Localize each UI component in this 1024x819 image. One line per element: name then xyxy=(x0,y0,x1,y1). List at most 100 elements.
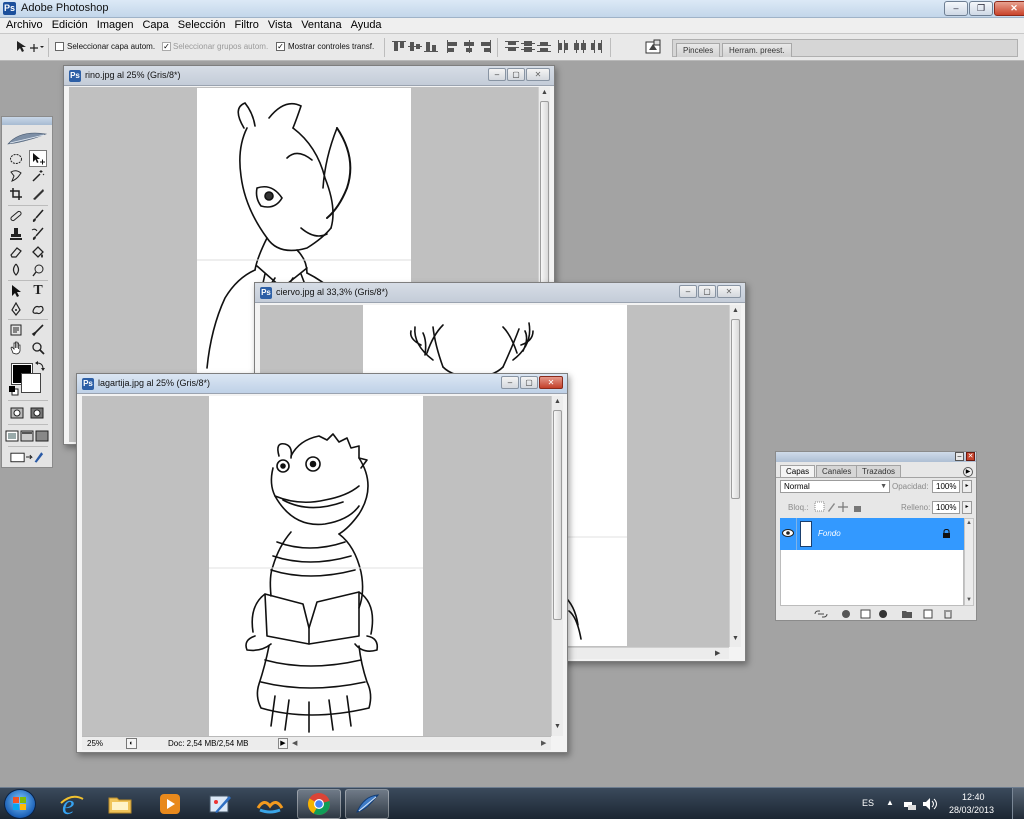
vertical-scrollbar[interactable]: ▲ ▼ xyxy=(551,396,563,736)
lasso-tool-icon[interactable] xyxy=(7,167,25,184)
layer-row-fondo[interactable]: Fondo xyxy=(780,518,964,550)
align-right-icon[interactable] xyxy=(478,40,492,53)
pen-tool-icon[interactable] xyxy=(7,300,25,317)
vertical-scroll-thumb[interactable] xyxy=(731,319,740,499)
custom-shape-tool-icon[interactable] xyxy=(29,300,47,317)
layers-panel-header[interactable]: – ✕ xyxy=(776,452,976,462)
language-indicator[interactable]: ES xyxy=(862,798,874,808)
go-to-bridge-icon[interactable] xyxy=(645,39,663,55)
document-titlebar-lagartija[interactable]: Ps lagartija.jpg al 25% (Gris/8*) – ▢ ✕ xyxy=(77,374,567,394)
blend-mode-select[interactable]: Normal ▼ xyxy=(780,480,890,493)
document-close-button[interactable]: ✕ xyxy=(526,68,550,81)
dodge-tool-icon[interactable] xyxy=(29,261,47,278)
link-layers-icon[interactable] xyxy=(814,610,828,618)
full-screen-menu-mode-icon[interactable] xyxy=(20,427,34,444)
layers-scrollbar[interactable]: ▲ ▼ xyxy=(964,518,974,606)
vertical-scrollbar[interactable]: ▲ ▼ xyxy=(729,305,741,647)
opacity-field[interactable]: 100% xyxy=(932,480,960,493)
menu-edicion[interactable]: Edición xyxy=(48,18,93,33)
taskbar-media-player[interactable] xyxy=(148,789,192,819)
clone-stamp-tool-icon[interactable] xyxy=(7,225,25,242)
blur-tool-icon[interactable] xyxy=(7,261,25,278)
show-hidden-icons-icon[interactable]: ▲ xyxy=(886,798,894,807)
document-window-lagartija[interactable]: Ps lagartija.jpg al 25% (Gris/8*) – ▢ ✕ xyxy=(76,373,568,753)
eyedropper-tool-icon[interactable] xyxy=(29,321,47,338)
tab-canales[interactable]: Canales xyxy=(816,465,858,477)
menu-imagen[interactable]: Imagen xyxy=(93,18,139,33)
background-color-swatch[interactable] xyxy=(21,373,41,393)
magic-wand-tool-icon[interactable] xyxy=(29,167,47,184)
new-layer-icon[interactable] xyxy=(923,609,933,619)
clock-date[interactable]: 28/03/2013 xyxy=(949,805,994,815)
scroll-up-icon[interactable]: ▲ xyxy=(732,307,739,314)
menu-seleccion[interactable]: Selección xyxy=(174,18,231,33)
menu-filtro[interactable]: Filtro xyxy=(230,18,263,33)
close-button[interactable]: ✕ xyxy=(994,1,1024,16)
document-titlebar-ciervo[interactable]: Ps ciervo.jpg al 33,3% (Gris/8*) – ▢ ✕ xyxy=(255,283,745,303)
layer-style-icon[interactable] xyxy=(842,610,850,618)
panel-minimize-icon[interactable]: – xyxy=(955,452,964,461)
toolbox-header[interactable] xyxy=(2,117,52,125)
document-maximize-button[interactable]: ▢ xyxy=(698,285,716,298)
crop-tool-icon[interactable] xyxy=(7,185,25,202)
align-top-icon[interactable] xyxy=(392,40,406,53)
distribute-left-icon[interactable] xyxy=(557,40,571,53)
eye-visibility-icon[interactable] xyxy=(782,528,794,538)
document-minimize-button[interactable]: – xyxy=(501,376,519,389)
menu-capa[interactable]: Capa xyxy=(138,18,173,33)
show-transform-checkbox[interactable]: ✓ xyxy=(276,42,285,51)
hand-tool-icon[interactable] xyxy=(7,339,25,356)
taskbar-paint-app[interactable] xyxy=(198,789,242,819)
eraser-tool-icon[interactable] xyxy=(7,243,25,260)
clock-time[interactable]: 12:40 xyxy=(962,792,985,802)
quick-mask-mode-icon[interactable] xyxy=(28,404,46,421)
path-selection-tool-icon[interactable] xyxy=(7,282,25,299)
delete-layer-icon[interactable] xyxy=(944,610,952,619)
scroll-up-icon[interactable]: ▲ xyxy=(966,520,972,526)
show-desktop-button[interactable] xyxy=(1012,788,1024,819)
edit-in-imageready-icon[interactable] xyxy=(8,448,46,465)
marquee-tool-icon[interactable] xyxy=(7,150,25,167)
start-button[interactable] xyxy=(4,789,36,819)
well-tab-brushes[interactable]: Pinceles xyxy=(676,43,721,57)
vertical-scroll-thumb[interactable] xyxy=(540,101,549,311)
tab-trazados[interactable]: Trazados xyxy=(856,465,902,477)
document-close-button[interactable]: ✕ xyxy=(717,285,741,298)
brush-tool-icon[interactable] xyxy=(29,207,47,224)
document-minimize-button[interactable]: – xyxy=(488,68,506,81)
scroll-left-icon[interactable]: ◀ xyxy=(292,739,297,747)
standard-screen-mode-icon[interactable] xyxy=(5,427,19,444)
panel-menu-icon[interactable]: ▶ xyxy=(963,467,973,477)
network-icon[interactable] xyxy=(903,798,917,810)
swap-colors-icon[interactable] xyxy=(35,361,45,371)
scroll-right-icon[interactable]: ▶ xyxy=(541,739,546,747)
menu-archivo[interactable]: Archivo xyxy=(2,18,48,33)
fill-field[interactable]: 100% xyxy=(932,501,960,514)
align-bottom-icon[interactable] xyxy=(424,40,438,53)
scroll-right-icon[interactable]: ▶ xyxy=(715,649,720,657)
lock-position-icon[interactable] xyxy=(838,502,848,512)
panel-close-icon[interactable]: ✕ xyxy=(966,452,975,461)
scroll-down-icon[interactable]: ▼ xyxy=(732,635,739,642)
move-tool-icon[interactable] xyxy=(29,150,47,167)
healing-brush-tool-icon[interactable] xyxy=(7,207,25,224)
auto-select-layer-checkbox[interactable] xyxy=(55,42,64,51)
opacity-slider-arrow-icon[interactable]: ▸ xyxy=(962,480,972,493)
align-left-icon[interactable] xyxy=(446,40,460,53)
distribute-top-icon[interactable] xyxy=(505,40,519,53)
scroll-up-icon[interactable]: ▲ xyxy=(541,89,548,96)
document-maximize-button[interactable]: ▢ xyxy=(520,376,538,389)
menu-ayuda[interactable]: Ayuda xyxy=(347,18,387,33)
scroll-down-icon[interactable]: ▼ xyxy=(554,723,561,730)
taskbar-photoshop[interactable] xyxy=(345,789,389,819)
default-colors-icon[interactable] xyxy=(9,386,19,396)
lock-transparency-icon[interactable] xyxy=(814,501,825,512)
type-tool-icon[interactable]: T xyxy=(29,282,47,299)
distribute-horizontal-center-icon[interactable] xyxy=(573,40,587,53)
document-minimize-button[interactable]: – xyxy=(679,285,697,298)
status-menu-arrow-icon[interactable]: ▶ xyxy=(278,738,288,749)
lock-all-icon[interactable] xyxy=(854,506,861,512)
lock-pixels-icon[interactable] xyxy=(828,503,835,512)
document-maximize-button[interactable]: ▢ xyxy=(507,68,525,81)
align-horizontal-center-icon[interactable] xyxy=(462,40,476,53)
